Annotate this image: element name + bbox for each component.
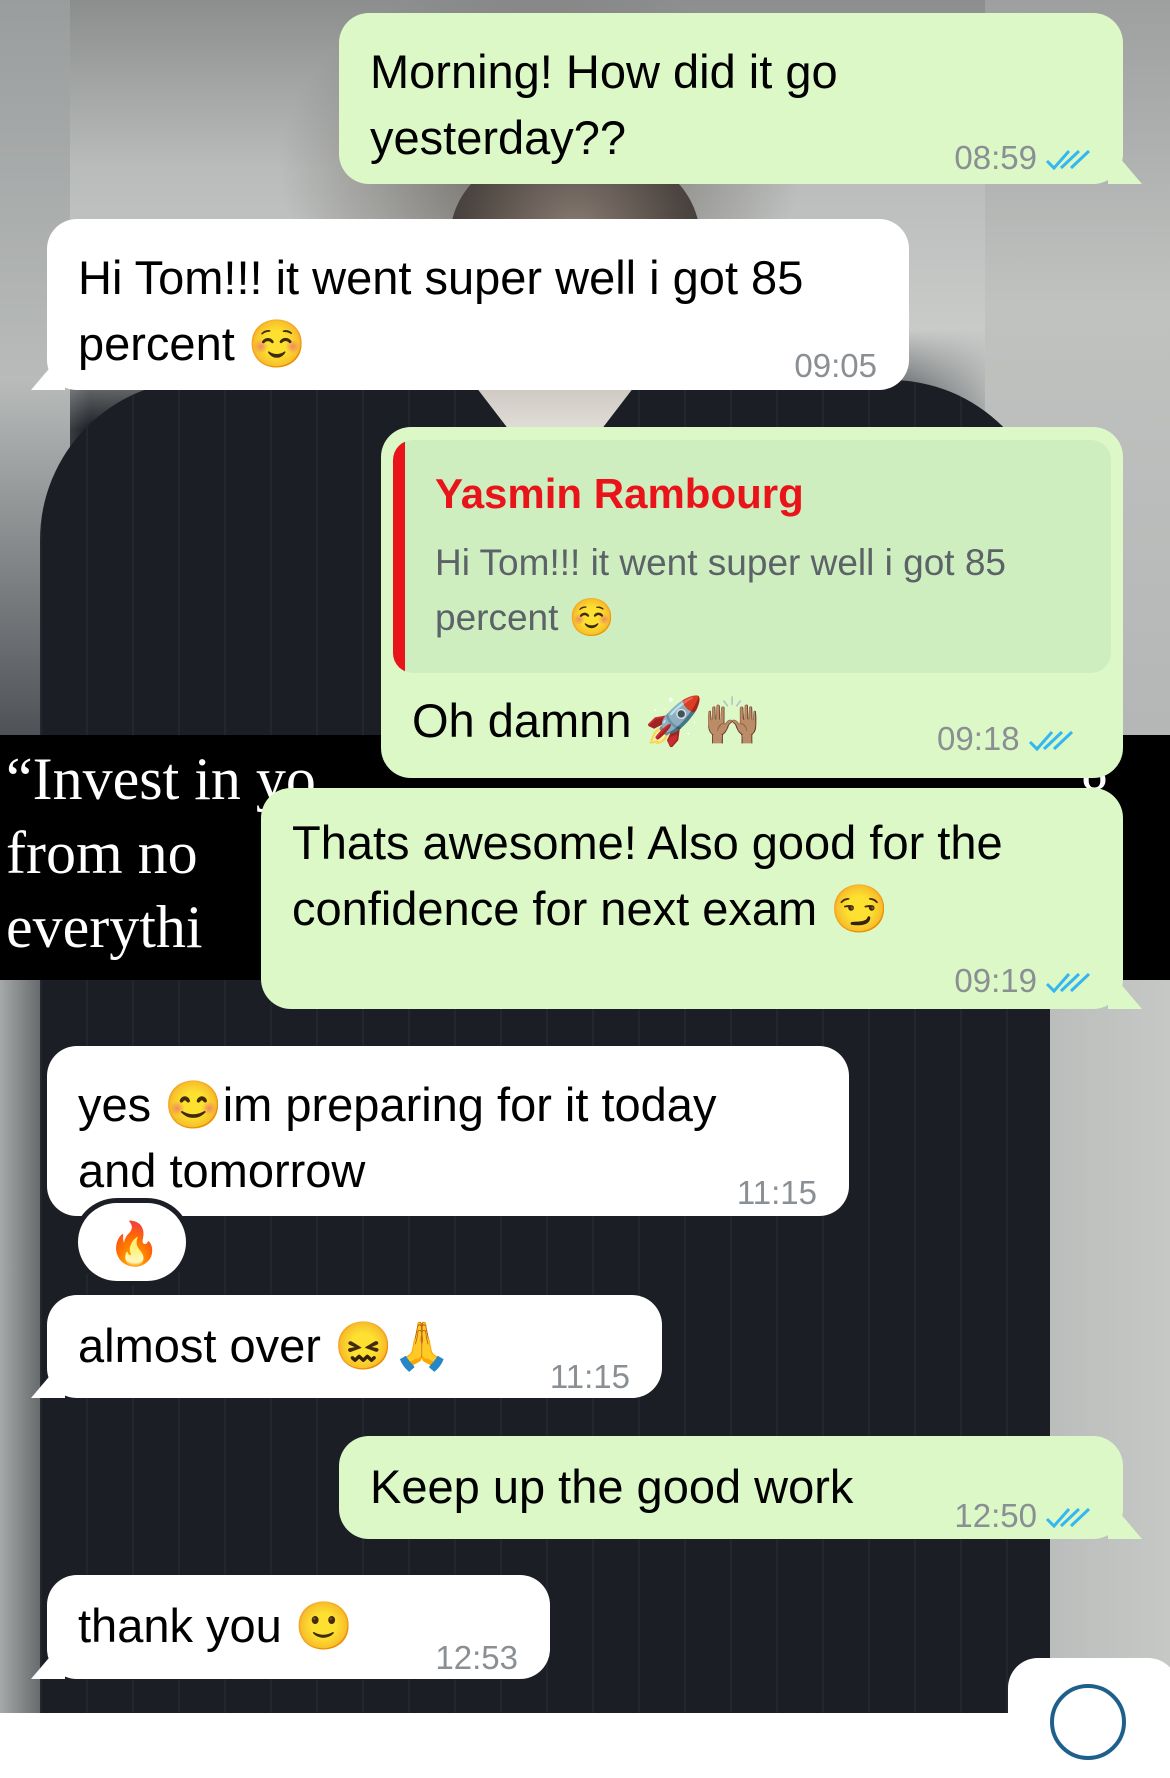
- message-line: and tomorrow: [78, 1144, 366, 1197]
- message-line: confidence for next exam 😏: [292, 882, 889, 935]
- message-time: 08:59: [954, 139, 1037, 176]
- message-bubble-outgoing[interactable]: Morning! How did it go yesterday?? 08:59: [339, 13, 1123, 184]
- message-bubble-outgoing[interactable]: Keep up the good work 12:50: [339, 1436, 1123, 1539]
- message-text: Morning! How did it go yesterday??: [370, 39, 970, 171]
- message-bubble-incoming[interactable]: yes 😊im preparing for it today and tomor…: [47, 1046, 849, 1216]
- fire-reaction-icon: 🔥: [108, 1219, 161, 1268]
- message-text: yes 😊im preparing for it today and tomor…: [78, 1072, 838, 1204]
- message-bubble-incoming[interactable]: thank you 🙂 12:53: [47, 1575, 550, 1679]
- message-time: 11:15: [549, 1358, 630, 1395]
- message-bubble-incoming[interactable]: Hi Tom!!! it went super well i got 85 pe…: [47, 219, 909, 390]
- quoted-text: Hi Tom!!! it went super well i got 85 pe…: [435, 535, 1085, 645]
- message-text: Thats awesome! Also good for the confide…: [292, 810, 1112, 942]
- message-time: 09:05: [794, 347, 877, 384]
- message-meta: 12:50: [954, 1483, 1091, 1549]
- message-line: Hi Tom!!! it went super well i got 85: [78, 251, 804, 304]
- quote-accent-bar: [393, 440, 405, 673]
- double-check-read-icon: [1045, 150, 1091, 171]
- message-reaction[interactable]: 🔥: [78, 1203, 186, 1281]
- chevron-down-icon: [1050, 1684, 1126, 1760]
- message-line: Thats awesome! Also good for the: [292, 816, 1003, 869]
- message-time: 12:53: [435, 1639, 518, 1676]
- message-text: thank you 🙂: [78, 1599, 354, 1652]
- message-time: 09:19: [954, 962, 1037, 999]
- message-meta: 09:18: [937, 720, 1074, 758]
- message-text: almost over 😖🙏: [78, 1319, 452, 1372]
- message-bubble-outgoing[interactable]: Thats awesome! Also good for the confide…: [261, 788, 1123, 1009]
- message-meta: 08:59: [954, 125, 1091, 191]
- double-check-read-icon: [1028, 731, 1073, 752]
- double-check-read-icon: [1045, 973, 1091, 994]
- message-bubble-incoming[interactable]: almost over 😖🙏 11:15: [47, 1295, 662, 1398]
- message-time: 09:18: [937, 720, 1020, 757]
- message-line: yes 😊im preparing for it today: [78, 1078, 717, 1131]
- message-text: Hi Tom!!! it went super well i got 85 pe…: [78, 245, 898, 377]
- message-line: percent ☺️: [78, 317, 307, 370]
- message-text: Keep up the good work: [370, 1460, 854, 1513]
- double-check-read-icon: [1045, 1508, 1091, 1529]
- quoted-line: percent ☺️: [435, 597, 615, 638]
- message-line: Morning! How did it go: [370, 45, 838, 98]
- message-time: 12:50: [954, 1497, 1037, 1534]
- quoted-message[interactable]: Yasmin Rambourg Hi Tom!!! it went super …: [393, 440, 1111, 673]
- message-time: 11:15: [736, 1174, 817, 1211]
- message-meta: 09:19: [954, 948, 1091, 1014]
- message-text: Oh damnn 🚀🙌🏽: [412, 694, 762, 747]
- quoted-line: Hi Tom!!! it went super well i got 85: [435, 542, 1007, 583]
- quoted-sender-name: Yasmin Rambourg: [435, 470, 804, 517]
- message-line: yesterday??: [370, 111, 627, 164]
